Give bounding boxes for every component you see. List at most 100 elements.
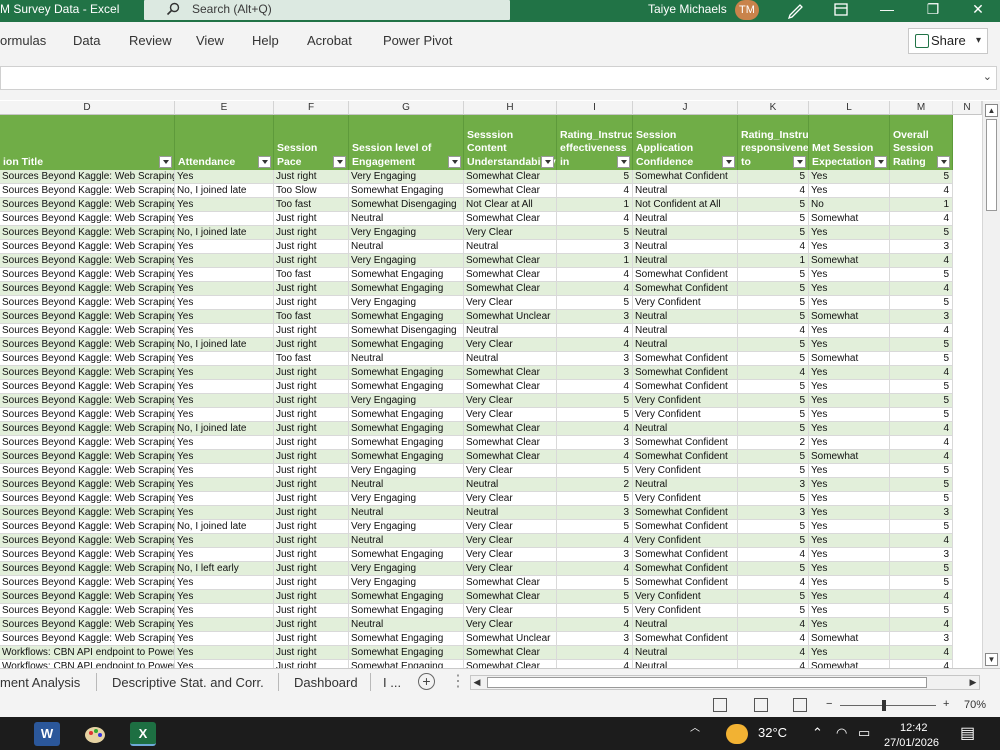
table-cell[interactable]: Yes [809,436,890,450]
zoom-in-button[interactable]: + [943,698,949,710]
table-cell[interactable]: Just right [274,492,349,506]
table-cell[interactable]: 5 [738,198,809,212]
table-cell[interactable]: Just right [274,240,349,254]
table-cell[interactable]: Somewhat [809,310,890,324]
table-cell[interactable]: Very Clear [464,394,557,408]
table-cell[interactable]: 5 [557,492,633,506]
table-cell[interactable]: Yes [175,324,274,338]
table-cell[interactable]: 5 [557,226,633,240]
table-cell[interactable]: Too Slow [274,184,349,198]
table-cell[interactable]: 3 [557,548,633,562]
filter-dropdown-icon[interactable] [159,156,172,168]
table-cell[interactable]: Somewhat Clear [464,268,557,282]
column-header-e[interactable]: E [175,101,274,115]
table-cell[interactable]: 5 [738,534,809,548]
table-cell[interactable]: Sources Beyond Kaggle: Web Scraping [0,170,175,184]
table-cell[interactable]: 5 [738,520,809,534]
scroll-down-icon[interactable]: ▼ [985,653,998,666]
table-cell[interactable]: Somewhat Disengaging [349,198,464,212]
table-cell[interactable]: Neutral [349,506,464,520]
table-cell[interactable]: No, I joined late [175,338,274,352]
table-cell[interactable]: Sources Beyond Kaggle: Web Scraping [0,240,175,254]
table-cell[interactable]: Somewhat Clear [464,450,557,464]
page-layout-icon[interactable] [754,698,768,712]
table-cell[interactable]: Very Engaging [349,492,464,506]
table-cell[interactable]: Yes [809,590,890,604]
table-cell[interactable]: 3 [738,506,809,520]
tab-formulas[interactable]: ormulas [0,33,46,48]
table-cell[interactable]: Very Confident [633,492,738,506]
table-cell[interactable]: 4 [557,450,633,464]
table-cell[interactable]: 4 [890,254,953,268]
table-cell[interactable]: Sources Beyond Kaggle: Web Scraping [0,366,175,380]
column-header-m[interactable]: M [890,101,953,115]
table-cell[interactable]: Sources Beyond Kaggle: Web Scraping [0,296,175,310]
table-cell[interactable]: Very Clear [464,618,557,632]
table-cell[interactable]: Very Confident [633,534,738,548]
table-cell[interactable]: Very Clear [464,464,557,478]
table-cell[interactable]: 4 [890,646,953,660]
tab-power-pivot[interactable]: Power Pivot [383,33,452,48]
zoom-out-button[interactable]: − [826,698,832,710]
table-cell[interactable]: Just right [274,590,349,604]
table-cell[interactable]: Sources Beyond Kaggle: Web Scraping [0,492,175,506]
table-cell[interactable]: Sources Beyond Kaggle: Web Scraping [0,324,175,338]
table-cell[interactable]: Yes [175,450,274,464]
table-cell[interactable]: Workflows: CBN API endpoint to Power [0,660,175,668]
table-cell[interactable]: Very Engaging [349,520,464,534]
table-cell[interactable]: Somewhat [809,212,890,226]
table-cell[interactable]: Somewhat Engaging [349,632,464,646]
table-cell[interactable]: 5 [738,352,809,366]
table-cell[interactable]: 4 [738,548,809,562]
table-cell[interactable]: Just right [274,618,349,632]
column-header-h[interactable]: H [464,101,557,115]
table-cell[interactable]: 5 [890,478,953,492]
table-cell[interactable]: Sources Beyond Kaggle: Web Scraping [0,618,175,632]
table-header-engagement[interactable]: Session level of Engagement [349,115,464,170]
table-cell[interactable]: Yes [809,548,890,562]
table-cell[interactable]: Just right [274,212,349,226]
table-cell[interactable]: 3 [890,632,953,646]
table-cell[interactable]: Somewhat [809,450,890,464]
scroll-thumb[interactable] [986,119,997,211]
table-cell[interactable]: 5 [890,604,953,618]
table-cell[interactable]: Sources Beyond Kaggle: Web Scraping [0,450,175,464]
table-cell[interactable]: Somewhat Engaging [349,408,464,422]
tab-review[interactable]: Review [129,33,172,48]
table-cell[interactable]: Just right [274,226,349,240]
formula-input[interactable]: ⌄ [0,66,997,90]
table-cell[interactable]: Somewhat Clear [464,646,557,660]
table-cell[interactable]: 5 [557,170,633,184]
table-cell[interactable]: 4 [557,534,633,548]
hscroll-thumb[interactable] [487,677,927,688]
sheet-tab-sentiment-analysis[interactable]: ment Analysis [0,675,80,690]
table-cell[interactable]: 5 [890,226,953,240]
tab-view[interactable]: View [196,33,224,48]
table-cell[interactable]: 4 [890,660,953,668]
sheet-tab-descriptive-stat[interactable]: Descriptive Stat. and Corr. [112,675,264,690]
table-cell[interactable]: Somewhat Clear [464,436,557,450]
avatar[interactable]: TM [735,0,759,20]
table-cell[interactable]: Somewhat Engaging [349,380,464,394]
table-cell[interactable]: Somewhat Confident [633,170,738,184]
table-cell[interactable]: 4 [557,324,633,338]
table-cell[interactable]: Somewhat Unclear [464,310,557,324]
table-cell[interactable]: Very Clear [464,562,557,576]
table-cell[interactable]: 5 [890,520,953,534]
table-cell[interactable]: Very Confident [633,464,738,478]
paint-icon[interactable] [82,722,108,746]
table-cell[interactable]: 4 [890,282,953,296]
tab-data[interactable]: Data [73,33,100,48]
table-cell[interactable]: Somewhat Clear [464,380,557,394]
table-cell[interactable]: 3 [557,352,633,366]
table-cell[interactable]: Somewhat Engaging [349,422,464,436]
table-cell[interactable]: 5 [890,338,953,352]
table-cell[interactable]: Neutral [464,352,557,366]
table-cell[interactable]: Sources Beyond Kaggle: Web Scraping [0,478,175,492]
table-cell[interactable]: Very Confident [633,394,738,408]
table-cell[interactable]: Just right [274,380,349,394]
table-cell[interactable]: Neutral [349,478,464,492]
table-cell[interactable]: Sources Beyond Kaggle: Web Scraping [0,282,175,296]
table-cell[interactable]: Just right [274,254,349,268]
table-cell[interactable]: 5 [738,282,809,296]
